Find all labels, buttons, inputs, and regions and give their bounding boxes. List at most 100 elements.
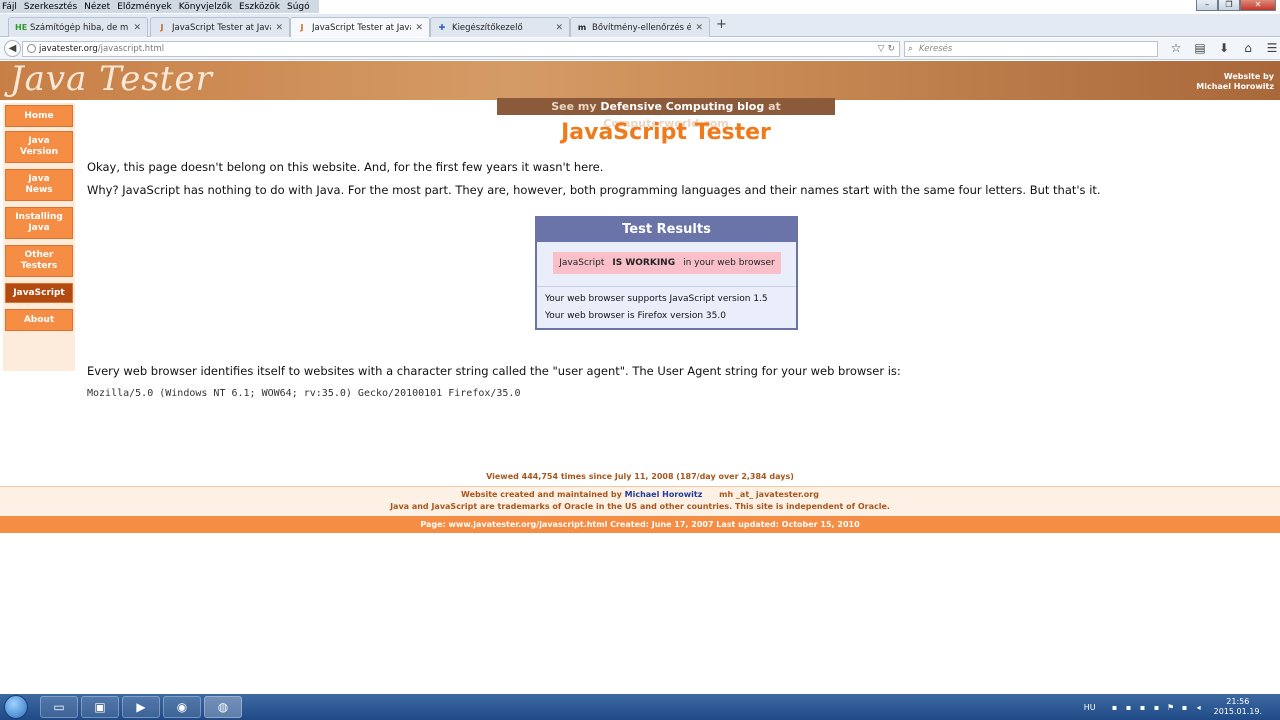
bookmark-star-icon[interactable]: ☆ xyxy=(1164,41,1188,55)
test-results-box: Test Results JavaScript IS WORKING in your… xyxy=(535,216,798,330)
firefox-icon[interactable]: ◍ xyxy=(204,696,242,718)
hamburger-menu-icon[interactable]: ☰ xyxy=(1260,41,1280,55)
menu-edit[interactable]: Szerkesztés xyxy=(24,2,77,12)
gpu-icon[interactable]: ▪ xyxy=(1122,703,1136,712)
results-title: Test Results xyxy=(537,218,796,242)
blog-promo-link[interactable]: See my Defensive Computing blog at Compu… xyxy=(497,98,835,130)
promo-pre: See my xyxy=(551,100,601,113)
web-page: Java Tester Website by Michael Horowitz … xyxy=(0,59,1280,694)
tab-bar: HE Számítógép hiba, de mi a p... ✕ J Jav… xyxy=(0,14,1280,37)
menu-file[interactable]: Fájl xyxy=(2,2,17,12)
tab-label: Számítógép hiba, de mi a p... xyxy=(30,22,129,33)
menu-help[interactable]: Súgó xyxy=(287,2,310,12)
tab-close-icon[interactable]: ✕ xyxy=(695,23,703,33)
tab-1[interactable]: HE Számítógép hiba, de mi a p... ✕ xyxy=(8,17,148,37)
sidebar-item-label: Java xyxy=(28,223,50,233)
tab-3-active[interactable]: J JavaScript Tester at Java Te... ✕ xyxy=(290,17,430,37)
footer-credits: Website created and maintained by Michae… xyxy=(0,486,1280,516)
sidebar-item-label: Installing xyxy=(15,212,63,222)
tab-favicon-icon: J xyxy=(300,22,304,32)
toolbar-icons: ☆ ▤ ⬇ ⌂ ☰ xyxy=(1164,41,1280,55)
puzzle-icon: ✚ xyxy=(438,22,446,32)
reading-list-icon[interactable]: ▤ xyxy=(1188,41,1212,55)
tab-close-icon[interactable]: ✕ xyxy=(133,23,141,33)
back-arrow-icon[interactable]: ◀ xyxy=(4,40,21,57)
tab-close-icon[interactable]: ✕ xyxy=(275,23,283,33)
reload-icon[interactable]: ▽ ↻ xyxy=(878,42,895,56)
language-indicator[interactable]: HU xyxy=(1084,703,1096,712)
windows-taskbar: ▭ ▣ ▶ ◉ ◍ HU ▪ ▪ ▪ ▪ ⚑ ▪ ◂ 21:56 2015.01… xyxy=(0,694,1280,720)
chrome-icon[interactable]: ◉ xyxy=(163,696,201,718)
sidebar-item-about[interactable]: About xyxy=(5,309,73,331)
browser-version-line: Your web browser is Firefox version 35.0 xyxy=(545,311,726,321)
new-tab-icon[interactable]: + xyxy=(716,17,727,32)
tab-close-icon[interactable]: ✕ xyxy=(555,23,563,33)
system-tray: HU ▪ ▪ ▪ ▪ ⚑ ▪ ◂ 21:56 2015.01.19. xyxy=(1084,694,1280,720)
sidebar-item-label: Testers xyxy=(20,261,58,271)
floppy-icon[interactable]: ▣ xyxy=(81,696,119,718)
home-icon[interactable]: ⌂ xyxy=(1236,41,1260,55)
tab-favicon-icon: HE xyxy=(15,22,28,32)
url-domain: javatester.org xyxy=(39,44,98,54)
network-icon[interactable]: ▪ xyxy=(1108,703,1122,712)
tab-5[interactable]: m Bővítmény-ellenőrzés és fri... ✕ xyxy=(570,17,710,37)
working-bold: IS WORKING xyxy=(612,258,676,268)
tab-close-icon[interactable]: ✕ xyxy=(415,23,423,33)
maximize-icon[interactable]: ❐ xyxy=(1218,0,1240,11)
sidebar-item-installing-java[interactable]: Installing Java xyxy=(5,207,73,239)
menu-view[interactable]: Nézet xyxy=(84,2,110,12)
sidebar-item-javascript[interactable]: JavaScript xyxy=(5,283,73,303)
menu-bookmarks[interactable]: Könyvjelzők xyxy=(179,2,232,12)
start-button-icon[interactable] xyxy=(4,695,28,719)
app-tray-icon[interactable]: ▪ xyxy=(1136,703,1150,712)
intro-paragraph: Okay, this page doesn't belong on this w… xyxy=(87,160,604,174)
tab-label: Bővítmény-ellenőrzés és fri... xyxy=(592,22,692,33)
volume-icon[interactable]: ◂ xyxy=(1192,703,1206,712)
clock-time: 21:56 xyxy=(1226,697,1250,706)
menu-items: Fájl Szerkesztés Nézet Előzmények Könyvj… xyxy=(0,0,319,13)
url-bar[interactable]: javatester.org/javascript.html ▽ ↻ xyxy=(22,41,900,57)
search-input[interactable]: ⌕ Keresés xyxy=(904,41,1158,57)
shield-icon[interactable]: ▪ xyxy=(1150,703,1164,712)
media-player-icon[interactable]: ▶ xyxy=(122,696,160,718)
author-email: mh _at_ javatester.org xyxy=(719,490,819,499)
tab-2[interactable]: J JavaScript Tester at Java Te... ✕ xyxy=(150,17,290,37)
sidebar-item-label: News xyxy=(25,185,53,195)
byline-line2: Michael Horowitz xyxy=(1196,82,1274,91)
download-icon[interactable]: ⬇ xyxy=(1212,41,1236,55)
javascript-working-badge: JavaScript IS WORKING in your web browser xyxy=(553,252,781,274)
sidebar-item-label: About xyxy=(23,314,55,325)
view-counter: Viewed 444,754 times since July 11, 2008… xyxy=(486,472,794,481)
results-divider xyxy=(537,286,796,287)
sidebar-item-label: Version xyxy=(19,147,59,157)
working-post: in your web browser xyxy=(683,258,775,268)
display-icon[interactable]: ▪ xyxy=(1178,703,1192,712)
footer-created-line: Website created and maintained by Michae… xyxy=(0,490,1280,499)
byline-line1: Website by xyxy=(1223,72,1274,81)
menu-tools[interactable]: Eszközök xyxy=(239,2,280,12)
tab-favicon-icon: J xyxy=(160,22,164,32)
close-icon[interactable]: ✕ xyxy=(1240,0,1276,11)
sidebar-item-other-testers[interactable]: Other Testers xyxy=(5,245,73,277)
tab-label: JavaScript Tester at Java Te... xyxy=(172,22,271,33)
search-icon: ⌕ xyxy=(908,44,913,54)
window-controls: – ❐ ✕ xyxy=(1196,0,1276,11)
menu-history[interactable]: Előzmények xyxy=(117,2,172,12)
sidebar-item-label: JavaScript xyxy=(13,287,65,298)
folder-icon[interactable]: ▭ xyxy=(40,696,78,718)
tab-label: Kiegészítőkezelő xyxy=(452,22,523,33)
tab-4[interactable]: ✚ Kiegészítőkezelő ✕ xyxy=(430,17,570,37)
page-title: JavaScript Tester xyxy=(561,120,771,145)
system-clock[interactable]: 21:56 2015.01.19. xyxy=(1214,697,1262,717)
sidebar-item-java-news[interactable]: Java News xyxy=(5,169,73,201)
site-banner: Java Tester Website by Michael Horowitz xyxy=(0,59,1280,100)
site-logo[interactable]: Java Tester xyxy=(10,59,213,99)
menu-bar: Fájl Szerkesztés Nézet Előzmények Könyvj… xyxy=(0,0,1280,14)
tab-label: JavaScript Tester at Java Te... xyxy=(312,22,411,33)
navigation-bar: ◀ javatester.org/javascript.html ▽ ↻ ⌕ K… xyxy=(0,38,1280,60)
url-path: /javascript.html xyxy=(97,44,165,54)
user-agent-paragraph: Every web browser identifies itself to w… xyxy=(87,364,901,378)
flag-icon[interactable]: ⚑ xyxy=(1164,703,1178,712)
minimize-icon[interactable]: – xyxy=(1196,0,1218,11)
author-link[interactable]: Michael Horowitz xyxy=(625,490,703,499)
